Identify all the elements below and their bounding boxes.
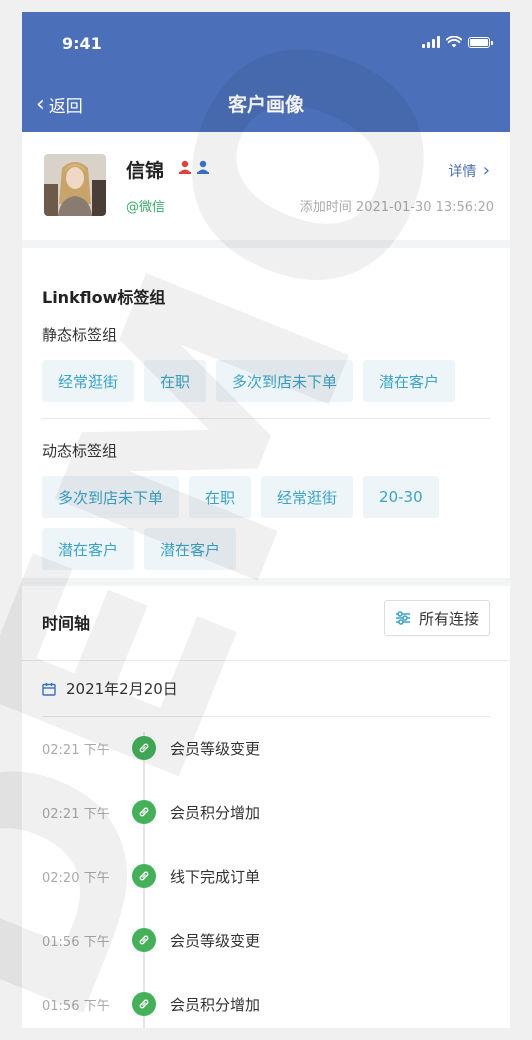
timeline-event[interactable]: 01:56 下午 会员积分增加 (22, 972, 510, 1028)
timeline-card: 时间轴 所有连接 2021年2月20日 02:21 下午 会员等级变更 02:2… (22, 586, 510, 1028)
tag-chip[interactable]: 潜在客户 (144, 528, 237, 570)
added-time: 添加时间 2021-01-30 13:56:20 (299, 200, 494, 215)
event-time: 01:56 下午 (42, 934, 110, 950)
tag-chip[interactable]: 经常逛街 (42, 360, 135, 402)
tag-chip[interactable]: 20-30 (363, 476, 439, 518)
signal-icon (422, 36, 440, 48)
app-header: 9:41 ‹ 返回 客户画像 (22, 12, 510, 132)
event-time: 02:20 下午 (42, 870, 110, 886)
tag-group-title: Linkflow标签组 (42, 288, 166, 307)
tags-card: Linkflow标签组 静态标签组 经常逛街 在职 多次到店未下单 潜在客户 动… (22, 248, 510, 578)
status-time: 9:41 (62, 34, 102, 53)
event-label: 会员积分增加 (170, 995, 261, 1014)
event-time: 02:21 下午 (42, 742, 110, 758)
calendar-icon (42, 682, 56, 696)
customer-name: 信锦 (126, 160, 165, 182)
detail-label: 详情 (448, 164, 477, 180)
timeline-events: 02:21 下午 会员等级变更 02:21 下午 会员积分增加 02:20 下午… (22, 716, 510, 1028)
link-icon (132, 864, 156, 888)
phone-screen: 9:41 ‹ 返回 客户画像 信锦 详情 › @微信 添加时间 2021-01-… (22, 12, 510, 1028)
link-icon (132, 736, 156, 760)
source-wechat: @微信 (126, 200, 166, 215)
event-time: 02:21 下午 (42, 806, 110, 822)
tag-chip[interactable]: 经常逛街 (261, 476, 354, 518)
person-blue-icon (197, 160, 209, 174)
dynamic-tag-row: 多次到店未下单 在职 经常逛街 20-30 潜在客户 潜在客户 (42, 476, 496, 570)
tag-chip[interactable]: 在职 (189, 476, 252, 518)
event-label: 线下完成订单 (170, 867, 261, 886)
static-tags-title: 静态标签组 (42, 326, 118, 344)
avatar[interactable] (44, 154, 106, 216)
divider (22, 660, 510, 661)
timeline-event[interactable]: 01:56 下午 会员等级变更 (22, 908, 510, 972)
timeline-title: 时间轴 (42, 614, 91, 633)
page-title: 客户画像 (227, 94, 304, 116)
timeline-date-row: 2021年2月20日 (42, 678, 178, 699)
tag-chip[interactable]: 多次到店未下单 (216, 360, 354, 402)
divider (42, 418, 490, 419)
filter-label: 所有连接 (418, 609, 479, 628)
tag-chip[interactable]: 潜在客户 (363, 360, 456, 402)
tag-chip[interactable]: 在职 (144, 360, 207, 402)
detail-link[interactable]: 详情 › (448, 160, 490, 181)
customer-profile-card: 信锦 详情 › @微信 添加时间 2021-01-30 13:56:20 (22, 132, 510, 240)
timeline-date: 2021年2月20日 (66, 680, 178, 698)
link-icon (132, 992, 156, 1016)
chevron-right-icon: › (482, 160, 490, 181)
status-icons (422, 36, 493, 48)
tag-chip[interactable]: 多次到店未下单 (42, 476, 180, 518)
timeline-event[interactable]: 02:20 下午 线下完成订单 (22, 844, 510, 908)
static-tag-row: 经常逛街 在职 多次到店未下单 潜在客户 (42, 360, 496, 402)
link-icon (132, 800, 156, 824)
event-label: 会员等级变更 (170, 931, 261, 950)
event-time: 01:56 下午 (42, 998, 110, 1014)
event-label: 会员积分增加 (170, 803, 261, 822)
sliders-icon (395, 611, 410, 625)
dynamic-tags-title: 动态标签组 (42, 442, 118, 460)
link-icon (132, 928, 156, 952)
timeline-event[interactable]: 02:21 下午 会员积分增加 (22, 780, 510, 844)
battery-icon (468, 37, 493, 48)
timeline-event[interactable]: 02:21 下午 会员等级变更 (22, 716, 510, 780)
tag-chip[interactable]: 潜在客户 (42, 528, 135, 570)
filter-connections-button[interactable]: 所有连接 (383, 600, 490, 636)
wifi-icon (446, 36, 462, 48)
event-label: 会员等级变更 (170, 739, 261, 758)
person-red-icon (179, 160, 191, 174)
person-icons (178, 160, 210, 174)
